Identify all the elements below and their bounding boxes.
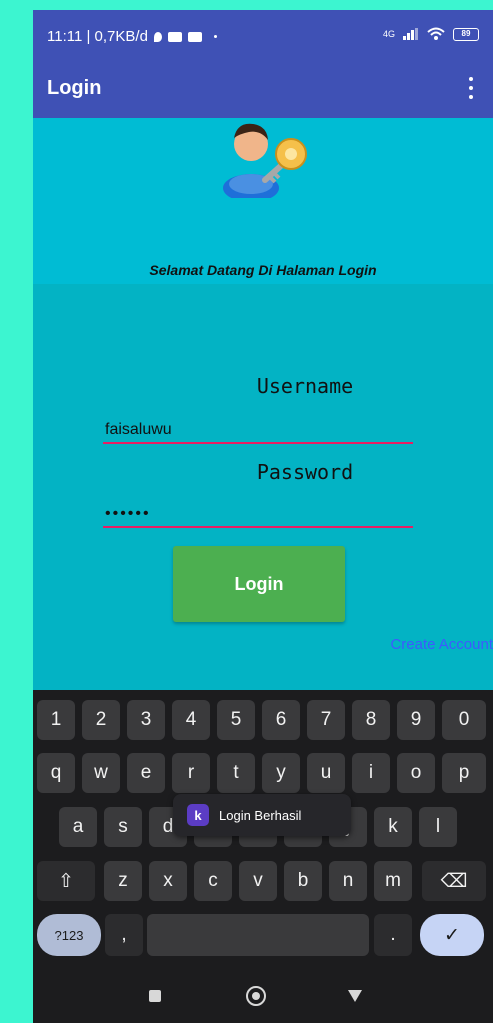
key-3[interactable]: 3 — [127, 700, 165, 740]
shield-icon — [153, 31, 162, 42]
key-v[interactable]: v — [239, 861, 277, 901]
key-a[interactable]: a — [59, 807, 97, 847]
toast-message: k Login Berhasil — [173, 794, 351, 836]
header-area: Selamat Datang Di Halaman Login — [33, 118, 493, 284]
key-u[interactable]: u — [307, 753, 345, 793]
app-bar: Login — [33, 60, 493, 118]
app-title: Login — [47, 77, 102, 99]
comma-key[interactable]: , — [105, 914, 143, 956]
status-time: 11:11 | 0,7KB/d — [47, 28, 148, 45]
key-2[interactable]: 2 — [82, 700, 120, 740]
key-n[interactable]: n — [329, 861, 367, 901]
key-1[interactable]: 1 — [37, 700, 75, 740]
username-label: Username — [256, 374, 354, 398]
key-i[interactable]: i — [352, 753, 390, 793]
password-field[interactable] — [103, 502, 413, 528]
key-t[interactable]: t — [217, 753, 255, 793]
key-w[interactable]: w — [82, 753, 120, 793]
create-account-link[interactable]: Create Account — [390, 636, 493, 653]
period-key[interactable]: . — [374, 914, 412, 956]
phone-screen: 11:11 | 0,7KB/d 4G 89 Login Selamat Data… — [33, 10, 493, 1023]
login-button[interactable]: Login — [173, 546, 345, 622]
symbols-key[interactable]: ?123 — [37, 914, 101, 956]
key-k[interactable]: k — [374, 807, 412, 847]
status-bar: 11:11 | 0,7KB/d 4G 89 — [33, 10, 493, 60]
soft-keyboard: 1 2 3 4 5 6 7 8 9 0 q w e r t y u i o p … — [33, 690, 493, 1023]
network-label: 4G — [382, 28, 395, 39]
more-vert-icon[interactable] — [465, 75, 477, 101]
recents-icon[interactable] — [149, 990, 161, 1002]
password-label: Password — [256, 460, 354, 484]
space-key[interactable] — [147, 914, 369, 956]
key-m[interactable]: m — [374, 861, 412, 901]
key-8[interactable]: 8 — [352, 700, 390, 740]
key-z[interactable]: z — [104, 861, 142, 901]
key-9[interactable]: 9 — [397, 700, 435, 740]
status-right: 4G 89 — [383, 27, 479, 41]
login-form: Username Password Login Create Account — [33, 284, 493, 690]
username-field[interactable] — [103, 418, 413, 444]
key-5[interactable]: 5 — [217, 700, 255, 740]
shift-key[interactable]: ⇧ — [37, 861, 95, 901]
more-notifications-icon — [213, 35, 217, 38]
key-l[interactable]: l — [419, 807, 457, 847]
toast-text: Login Berhasil — [219, 807, 302, 823]
status-left: 11:11 | 0,7KB/d — [47, 28, 217, 45]
key-c[interactable]: c — [194, 861, 232, 901]
key-y[interactable]: y — [262, 753, 300, 793]
key-q[interactable]: q — [37, 753, 75, 793]
key-0[interactable]: 0 — [442, 700, 486, 740]
welcome-text: Selamat Datang Di Halaman Login — [149, 262, 377, 278]
key-o[interactable]: o — [397, 753, 435, 793]
key-6[interactable]: 6 — [262, 700, 300, 740]
key-s[interactable]: s — [104, 807, 142, 847]
enter-key[interactable]: ✓ — [420, 914, 484, 956]
key-b[interactable]: b — [284, 861, 322, 901]
notification-icon — [187, 31, 202, 42]
app-icon: k — [187, 804, 209, 826]
wifi-icon — [427, 27, 445, 40]
navigation-bar — [33, 970, 493, 1023]
notification-icon — [167, 31, 182, 42]
signal-icon — [403, 28, 418, 40]
battery-icon: 89 — [453, 27, 479, 41]
key-7[interactable]: 7 — [307, 700, 345, 740]
backspace-key[interactable]: ⌫ — [422, 861, 486, 901]
key-p[interactable]: p — [442, 753, 486, 793]
user-key-icon — [223, 123, 307, 198]
key-e[interactable]: e — [127, 753, 165, 793]
home-icon[interactable] — [246, 986, 266, 1006]
key-r[interactable]: r — [172, 753, 210, 793]
key-4[interactable]: 4 — [172, 700, 210, 740]
key-x[interactable]: x — [149, 861, 187, 901]
back-icon[interactable] — [348, 990, 362, 1002]
